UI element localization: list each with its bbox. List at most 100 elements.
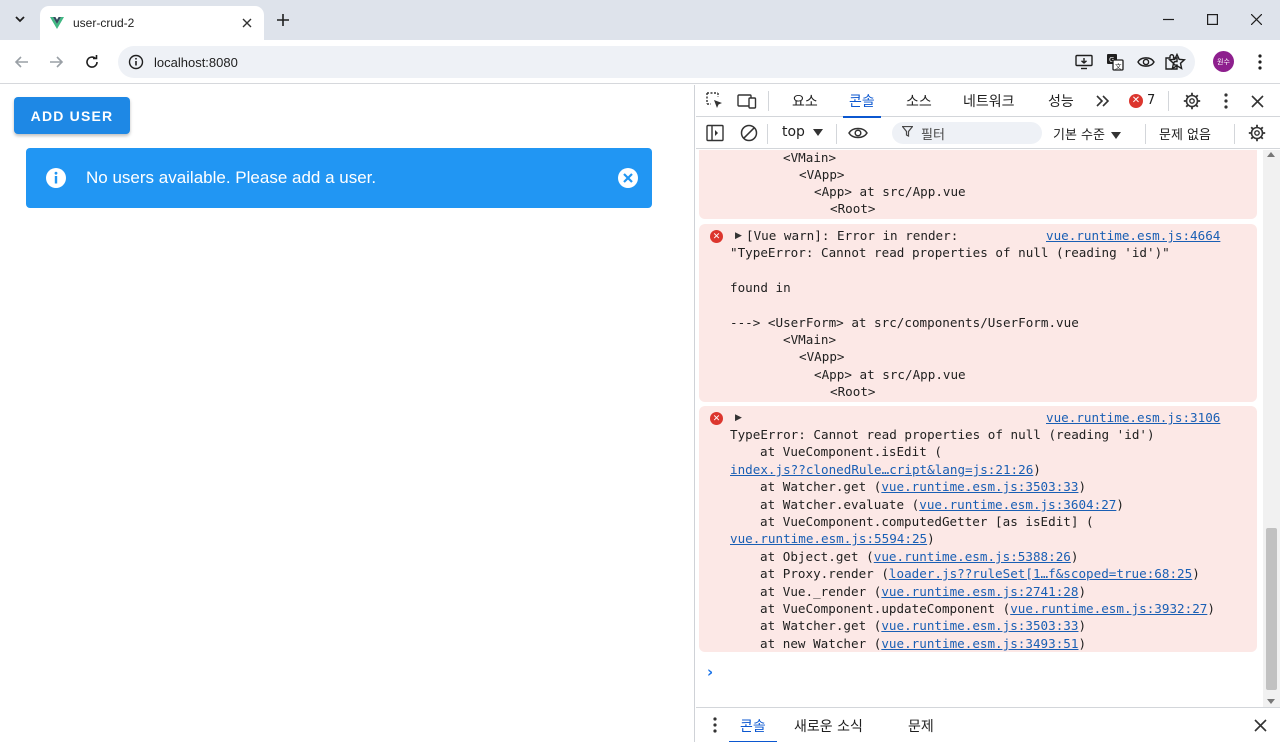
console-message: ✕ ▶ vue.runtime.esm.js:3106 TypeError: C… xyxy=(699,406,1257,652)
stack-frame-link[interactable]: index.js??clonedRule…cript&lang=js:21:26 xyxy=(730,462,1033,477)
select-element-icon xyxy=(706,92,722,108)
log-level-select[interactable]: 기본 수준 xyxy=(1053,124,1122,143)
tab-search-button[interactable] xyxy=(8,7,32,31)
source-link[interactable]: vue.runtime.esm.js:3106 xyxy=(1046,409,1220,426)
tab-console[interactable]: 콘솔 xyxy=(843,85,881,118)
source-link[interactable]: vue.runtime.esm.js:4664 xyxy=(1046,227,1220,244)
stack-frame: at VueComponent.updateComponent (vue.run… xyxy=(760,601,1215,616)
close-drawer-button[interactable] xyxy=(1249,714,1271,736)
devtools-menu-button[interactable] xyxy=(1215,90,1237,112)
clear-console-button[interactable] xyxy=(738,122,760,144)
eye-icon[interactable] xyxy=(1136,51,1156,73)
scroll-thumb[interactable] xyxy=(1266,528,1277,690)
maximize-button[interactable] xyxy=(1196,4,1228,34)
profile-avatar[interactable]: 원수 xyxy=(1213,51,1234,72)
device-toolbar-button[interactable] xyxy=(736,90,758,112)
expand-triangle-icon[interactable]: ▶ xyxy=(735,231,742,241)
console-filter-bar: top 필터 기본 수준 문제 없음 xyxy=(696,118,1280,149)
devtools-settings-button[interactable] xyxy=(1181,90,1203,112)
issues-button[interactable]: 문제 없음 xyxy=(1159,124,1211,143)
add-user-button[interactable]: ADD USER xyxy=(14,97,130,134)
console-scrollbar[interactable] xyxy=(1263,150,1280,707)
close-devtools-button[interactable] xyxy=(1246,90,1268,112)
install-app-icon[interactable] xyxy=(1074,51,1094,73)
tab-sources[interactable]: 소스 xyxy=(906,85,932,117)
browser-tab[interactable]: user-crud-2 xyxy=(40,6,264,40)
log-level-value: 기본 수준 xyxy=(1053,128,1105,143)
drawer-tab-whats-new[interactable]: 새로운 소식 xyxy=(794,708,863,742)
console-prompt-icon[interactable]: › xyxy=(707,663,713,681)
stack-frame-link[interactable]: vue.runtime.esm.js:3503:33 xyxy=(881,618,1078,633)
drawer-tab-issues[interactable]: 문제 xyxy=(908,708,934,742)
console-sidebar-button[interactable] xyxy=(704,122,726,144)
close-window-button[interactable] xyxy=(1240,4,1272,34)
profile-initials: 원수 xyxy=(1217,57,1230,66)
tab-title: user-crud-2 xyxy=(73,16,135,30)
gear-icon xyxy=(1183,92,1201,110)
error-icon: ✕ xyxy=(710,412,723,425)
alert-close-button[interactable] xyxy=(616,166,640,190)
filter-icon xyxy=(901,125,914,140)
more-tabs-button[interactable] xyxy=(1092,90,1114,112)
error-count-badge[interactable]: ✕ 7 xyxy=(1129,93,1155,108)
back-button[interactable] xyxy=(10,50,34,74)
stack-frame-link[interactable]: vue.runtime.esm.js:5594:25 xyxy=(730,531,927,546)
extensions-button[interactable] xyxy=(1160,50,1184,74)
sidebar-icon xyxy=(706,124,724,142)
stack-frame-link[interactable]: vue.runtime.esm.js:3932:27 xyxy=(1010,601,1207,616)
info-icon xyxy=(44,166,68,190)
stack-frame-link[interactable]: vue.runtime.esm.js:3604:27 xyxy=(919,497,1116,512)
tab-elements[interactable]: 요소 xyxy=(792,85,818,117)
stack-frame-link[interactable]: vue.runtime.esm.js:3493:51 xyxy=(881,636,1078,651)
console-filter-input[interactable]: 필터 xyxy=(892,122,1042,144)
separator xyxy=(768,91,769,111)
scroll-down-arrow[interactable] xyxy=(1267,699,1275,704)
puzzle-icon xyxy=(1165,54,1178,70)
console-line: "TypeError: Cannot read properties of nu… xyxy=(730,245,1170,260)
close-circle-icon xyxy=(618,168,638,188)
stack-frame-link[interactable]: vue.runtime.esm.js:3503:33 xyxy=(881,479,1078,494)
new-tab-button[interactable] xyxy=(272,9,294,31)
console-line: [Vue warn]: Error in render: xyxy=(746,228,959,243)
context-select[interactable]: top xyxy=(782,124,823,140)
stack-frame-link[interactable]: vue.runtime.esm.js:2741:28 xyxy=(881,584,1078,599)
caret-down-icon xyxy=(1111,132,1122,139)
url-text: localhost:8080 xyxy=(154,54,238,70)
browser-window: user-crud-2 localhost:8080 G 文 원수 ADD US… xyxy=(0,0,1280,742)
alert-message: No users available. Please add a user. xyxy=(86,168,377,187)
error-icon: ✕ xyxy=(1129,93,1143,108)
stack-frame: at Watcher.evaluate (vue.runtime.esm.js:… xyxy=(760,497,1124,512)
tab-network[interactable]: 네트워크 xyxy=(963,85,1015,117)
stack-frame-link[interactable]: loader.js??ruleSet[1…f&scoped=true:68:25 xyxy=(889,566,1192,581)
drawer-tab-console[interactable]: 콘솔 xyxy=(729,708,777,742)
inspect-element-button[interactable] xyxy=(704,90,726,112)
stack-frame: vue.runtime.esm.js:5594:25) xyxy=(730,531,935,546)
eye-icon xyxy=(848,127,868,139)
close-icon xyxy=(1250,94,1264,108)
scroll-up-arrow[interactable] xyxy=(1267,152,1275,157)
stack-frame-link[interactable]: vue.runtime.esm.js:5388:26 xyxy=(874,549,1071,564)
console-line: ---> <UserForm> at src/components/UserFo… xyxy=(730,315,1079,330)
context-value: top xyxy=(782,124,805,140)
stack-frame: at VueComponent.computedGetter [as isEdi… xyxy=(760,514,1094,529)
address-bar[interactable]: localhost:8080 G文 xyxy=(118,46,1195,78)
live-expression-button[interactable] xyxy=(847,122,869,144)
translate-icon[interactable]: G文 xyxy=(1105,51,1125,73)
separator xyxy=(836,124,837,144)
expand-triangle-icon[interactable]: ▶ xyxy=(735,413,742,423)
stack-frame: index.js??clonedRule…cript&lang=js:21:26… xyxy=(730,462,1041,477)
console-message: <VMain> <VApp> <App> at src/App.vue <Roo… xyxy=(699,150,1257,219)
block-icon xyxy=(740,124,758,142)
console-line: <VMain> xyxy=(783,150,837,165)
browser-menu-button[interactable] xyxy=(1250,50,1270,74)
tab-performance[interactable]: 성능 xyxy=(1048,85,1074,117)
drawer-menu-button[interactable] xyxy=(704,714,726,736)
site-info-icon[interactable] xyxy=(126,52,146,72)
console-settings-button[interactable] xyxy=(1246,122,1268,144)
forward-button[interactable] xyxy=(44,50,68,74)
stack-frame: at VueComponent.isEdit ( xyxy=(760,444,942,459)
minimize-button[interactable] xyxy=(1152,4,1184,34)
reload-button[interactable] xyxy=(80,50,104,74)
close-icon xyxy=(1253,718,1267,732)
tab-close-button[interactable] xyxy=(237,13,257,33)
